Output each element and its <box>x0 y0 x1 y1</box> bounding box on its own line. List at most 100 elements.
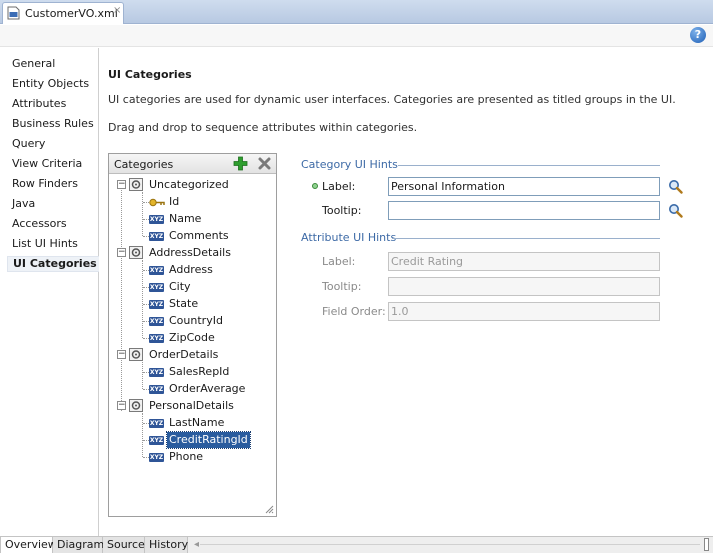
tree-connector <box>121 190 122 411</box>
category-icon <box>129 246 143 259</box>
list-item[interactable]: ZipCode <box>167 330 217 346</box>
attribute-name: OrderAverage <box>169 382 246 395</box>
collapse-toggle[interactable]: − <box>117 248 126 257</box>
field-order-label: Field Order: <box>322 305 386 318</box>
nav-item-ui-categories[interactable]: UI Categories <box>7 256 99 272</box>
attribute-label-field <box>388 252 660 271</box>
tree-category[interactable]: PersonalDetails <box>147 398 236 414</box>
tree-connector <box>142 192 143 236</box>
category-tooltip-field[interactable] <box>388 201 660 220</box>
list-item[interactable]: Name <box>167 211 203 227</box>
resize-grip-icon[interactable] <box>265 505 274 514</box>
attribute-name: City <box>169 280 191 293</box>
tab-history[interactable]: History <box>145 537 188 553</box>
nav-item-attributes[interactable]: Attributes <box>12 96 66 112</box>
category-name: PersonalDetails <box>149 399 234 412</box>
attribute-icon: XYZ <box>149 419 164 428</box>
attribute-name: Comments <box>169 229 229 242</box>
categories-header: Categories <box>109 154 276 174</box>
list-item[interactable]: State <box>167 296 200 312</box>
nav-item-general[interactable]: General <box>12 56 55 72</box>
tab-overview[interactable]: Overview <box>0 537 57 553</box>
attribute-name: ZipCode <box>169 331 215 344</box>
remove-icon[interactable] <box>257 156 272 171</box>
editor-tab-strip: CustomerVO.xml × <box>0 0 713 24</box>
attribute-name: CreditRatingId <box>166 431 251 449</box>
list-item[interactable]: City <box>167 279 193 295</box>
attribute-icon: XYZ <box>149 436 164 445</box>
xml-file-icon <box>7 6 20 20</box>
field-order-field <box>388 302 660 321</box>
list-item[interactable]: LastName <box>167 415 226 431</box>
tree-category[interactable]: Uncategorized <box>147 177 231 193</box>
tree-category[interactable]: AddressDetails <box>147 245 233 261</box>
collapse-toggle[interactable]: − <box>117 180 126 189</box>
description-text: UI categories are used for dynamic user … <box>108 93 676 106</box>
editor-toolbar: ? <box>0 25 713 47</box>
tab-diagram[interactable]: Diagram <box>53 537 104 553</box>
required-indicator-icon <box>312 183 318 189</box>
category-tooltip-label: Tooltip: <box>322 204 362 217</box>
search-icon[interactable] <box>668 179 683 194</box>
collapse-toggle[interactable]: − <box>117 350 126 359</box>
list-item[interactable]: Comments <box>167 228 231 244</box>
attribute-icon: XYZ <box>149 385 164 394</box>
add-icon[interactable] <box>233 156 248 171</box>
category-label-field[interactable] <box>388 177 660 196</box>
tab-source[interactable]: Source <box>103 537 145 553</box>
collapse-toggle[interactable]: − <box>117 401 126 410</box>
nav-item-view-criteria[interactable]: View Criteria <box>12 156 82 172</box>
list-item[interactable]: SalesRepId <box>167 364 231 380</box>
help-icon[interactable]: ? <box>690 27 706 43</box>
scroll-left-icon[interactable]: ◂ <box>194 539 199 550</box>
attribute-label-label: Label: <box>322 255 356 268</box>
attribute-icon: XYZ <box>149 334 164 343</box>
categories-tree-panel: Categories − Uncategorized Id XYZ Name X… <box>108 153 277 517</box>
category-name: AddressDetails <box>149 246 231 259</box>
attribute-name: Name <box>169 212 202 225</box>
nav-item-query[interactable]: Query <box>12 136 45 152</box>
nav-item-entity-objects[interactable]: Entity Objects <box>12 76 89 92</box>
category-name: OrderDetails <box>149 348 219 361</box>
attribute-name: State <box>169 297 199 310</box>
editor-tab-title: CustomerVO.xml <box>25 7 118 20</box>
nav-item-business-rules[interactable]: Business Rules <box>12 116 94 132</box>
category-icon <box>129 178 143 191</box>
editor-tab-customervo[interactable]: CustomerVO.xml × <box>2 2 124 24</box>
attribute-icon: XYZ <box>149 453 164 462</box>
tree-category[interactable]: OrderDetails <box>147 347 220 363</box>
attribute-icon: XYZ <box>149 215 164 224</box>
attribute-icon: XYZ <box>149 368 164 377</box>
attribute-name: SalesRepId <box>169 365 230 378</box>
attribute-icon: XYZ <box>149 300 164 309</box>
tree-connector <box>142 260 143 338</box>
attribute-ui-hints-title: Attribute UI Hints <box>301 231 397 244</box>
categories-title: Categories <box>114 158 174 171</box>
tree-connector <box>142 413 143 457</box>
horizontal-scrollbar[interactable] <box>200 544 700 545</box>
category-ui-hints-title: Category UI Hints <box>301 158 398 171</box>
close-icon[interactable]: × <box>113 5 121 16</box>
group-divider <box>398 165 660 166</box>
nav-item-row-finders[interactable]: Row Finders <box>12 176 78 192</box>
list-item[interactable]: OrderAverage <box>167 381 247 397</box>
attribute-name: CountryId <box>169 314 223 327</box>
attribute-name: Address <box>169 263 213 276</box>
category-label-label: Label: <box>322 180 356 193</box>
list-item[interactable]: CountryId <box>167 313 225 329</box>
ui-categories-panel: UI Categories UI categories are used for… <box>100 48 713 536</box>
category-icon <box>129 348 143 361</box>
attribute-tooltip-label: Tooltip: <box>322 280 362 293</box>
list-item[interactable]: Address <box>167 262 215 278</box>
list-item[interactable]: Phone <box>167 449 205 465</box>
attribute-name: LastName <box>169 416 225 429</box>
page-title: UI Categories <box>108 68 192 81</box>
scroll-right-handle[interactable] <box>704 538 709 551</box>
list-item-selected[interactable]: CreditRatingId <box>166 431 251 449</box>
list-item[interactable]: Id <box>167 194 181 210</box>
overview-navigation: General Entity Objects Attributes Busine… <box>0 48 99 536</box>
nav-item-accessors[interactable]: Accessors <box>12 216 67 232</box>
nav-item-java[interactable]: Java <box>12 196 35 212</box>
nav-item-list-ui-hints[interactable]: List UI Hints <box>12 236 78 252</box>
search-icon[interactable] <box>668 203 683 218</box>
